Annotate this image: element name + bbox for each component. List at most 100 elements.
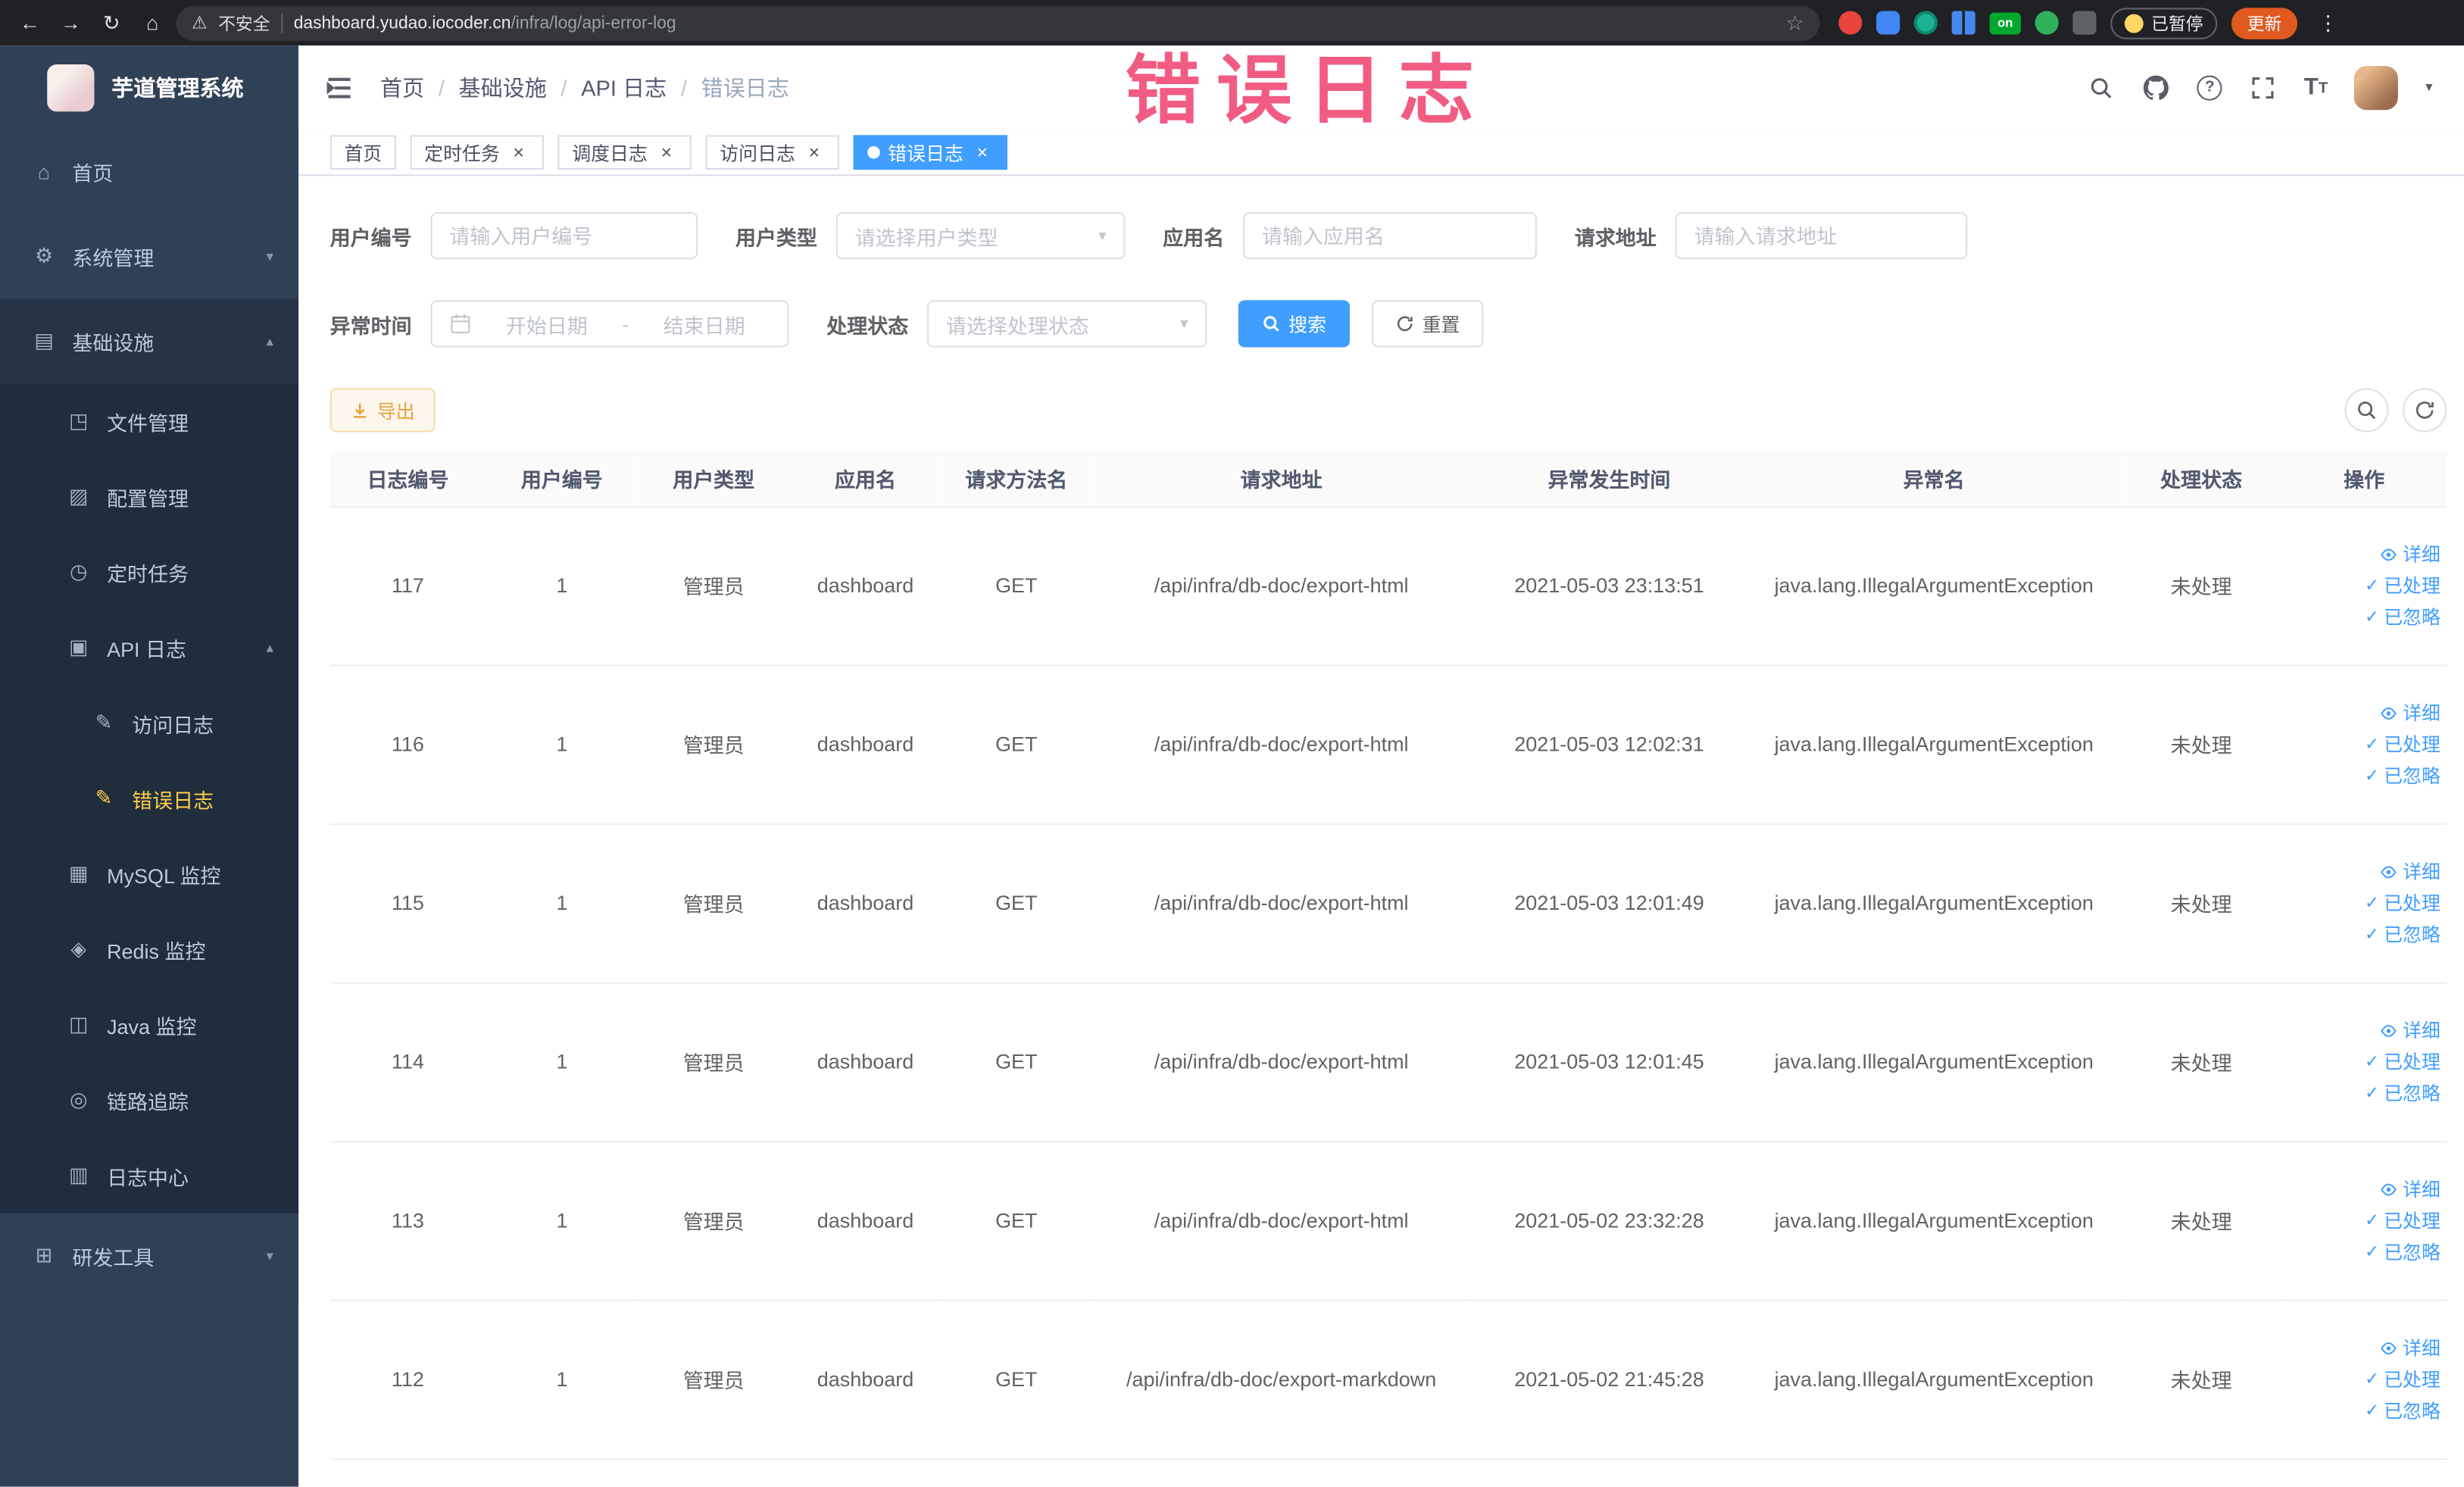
cell-user-type: 管理员 <box>638 664 789 825</box>
home-icon[interactable]: ⌂ <box>135 5 170 40</box>
reset-button[interactable]: 重置 <box>1372 300 1484 348</box>
tab-close-icon[interactable]: × <box>803 142 825 164</box>
cell-time: 2021-05-03 12:01:49 <box>1471 823 1747 983</box>
help-icon[interactable]: ? <box>2197 74 2222 100</box>
detail-link[interactable]: 详细 <box>2379 541 2441 567</box>
browser-menu-icon[interactable]: ⋮ <box>2312 10 2345 35</box>
hamburger-icon[interactable] <box>323 71 354 102</box>
app-name-field[interactable] <box>1243 212 1538 260</box>
detail-link[interactable]: 详细 <box>2379 1334 2441 1360</box>
tab[interactable]: 定时任务 × <box>410 135 544 170</box>
extension-teal-icon[interactable] <box>1913 11 1938 35</box>
search-icon[interactable] <box>2087 73 2115 101</box>
search-button[interactable]: 搜索 <box>1238 300 1351 348</box>
detail-link[interactable]: 详细 <box>2379 699 2441 726</box>
breadcrumb-item[interactable]: API 日志 <box>581 71 667 102</box>
app-name-input[interactable] <box>1262 223 1519 248</box>
detail-link[interactable]: 详细 <box>2379 858 2441 885</box>
tab-close-icon[interactable]: × <box>655 142 677 164</box>
ignore-link[interactable]: ✓ 已忽略 <box>2365 1239 2441 1265</box>
check-icon: ✓ <box>2364 925 2379 945</box>
cell-user-type: 管理员 <box>638 982 789 1142</box>
extension-blue-icon[interactable] <box>1876 11 1900 35</box>
check-icon: ✓ <box>2364 894 2379 914</box>
tab[interactable]: 错误日志 × <box>853 135 1007 170</box>
tab[interactable]: 首页 × <box>329 135 396 170</box>
sidebar-item[interactable]: ⌂ 首页 <box>0 129 299 214</box>
font-size-icon[interactable]: TT <box>2304 76 2328 99</box>
user-id-field[interactable] <box>430 212 698 260</box>
column-header: 请求地址 <box>1091 451 1472 508</box>
ignore-link[interactable]: ✓ 已忽略 <box>2365 1079 2441 1106</box>
export-button[interactable]: 导出 <box>329 388 436 433</box>
update-button[interactable]: 更新 <box>2231 7 2298 39</box>
detail-link[interactable]: 详细 <box>2379 1176 2441 1202</box>
process-link[interactable]: ✓ 已处理 <box>2365 889 2441 916</box>
ignore-link[interactable]: ✓ 已忽略 <box>2365 921 2441 948</box>
logo-title: 芋道管理系统 <box>111 74 244 100</box>
user-avatar[interactable] <box>2354 65 2399 110</box>
user-id-input[interactable] <box>449 223 679 248</box>
extension-grid-icon[interactable] <box>1951 11 1975 35</box>
ignore-link[interactable]: ✓ 已忽略 <box>2365 762 2441 789</box>
sidebar-item[interactable]: ✎ 访问日志 <box>0 685 299 761</box>
sidebar-item[interactable]: ▦ MySQL 监控 <box>0 836 299 912</box>
sidebar-logo[interactable]: 芋道管理系统 <box>0 45 298 129</box>
process-link[interactable]: ✓ 已处理 <box>2365 572 2441 598</box>
user-type-select[interactable]: 请选择用户类型 ▾ <box>835 212 1126 260</box>
extension-green-icon[interactable] <box>2035 11 2059 35</box>
sidebar-item[interactable]: ◈ Redis 监控 <box>0 911 299 987</box>
breadcrumb-item[interactable]: 首页 <box>380 71 424 102</box>
tab[interactable]: 访问日志 × <box>705 135 839 170</box>
sidebar-item[interactable]: ⊞ 研发工具 ▾ <box>0 1213 299 1298</box>
request-url-input[interactable] <box>1694 223 1949 248</box>
request-url-field[interactable] <box>1675 212 1968 260</box>
sidebar: 芋道管理系统 ⌂ 首页 ⚙ 系统管理 ▾ ▤ 基础设施 ▴ ◳ 文件管理 ▨ 配… <box>0 45 299 1487</box>
extension-red-icon[interactable] <box>1838 11 1863 35</box>
toggle-search-button[interactable] <box>2344 388 2389 433</box>
reload-icon[interactable]: ↻ <box>94 5 129 40</box>
process-link[interactable]: ✓ 已处理 <box>2365 731 2441 758</box>
process-status-select[interactable]: 请选择处理状态 ▾ <box>927 300 1207 348</box>
cell-app-name: dashboard <box>789 506 942 666</box>
column-header: 异常名 <box>1747 451 2122 508</box>
date-range-picker[interactable]: 开始日期 - 结束日期 <box>430 300 789 348</box>
extension-pin-icon[interactable] <box>2072 11 2097 35</box>
sidebar-item[interactable]: ✎ 错误日志 <box>0 761 299 836</box>
address-bar[interactable]: ⚠ 不安全 dashboard.yudao.iocoder.cn/infra/l… <box>176 5 1820 40</box>
fullscreen-icon[interactable] <box>2249 73 2277 101</box>
eye-icon <box>2381 1341 2397 1354</box>
calendar-icon <box>449 313 471 335</box>
paused-chip[interactable]: 已暂停 <box>2110 7 2218 39</box>
forward-icon[interactable]: → <box>54 5 89 40</box>
tab-close-icon[interactable]: × <box>971 142 993 164</box>
bookmark-star-icon[interactable]: ☆ <box>1785 10 1803 35</box>
breadcrumb-separator: / <box>680 74 687 100</box>
sidebar-item[interactable]: ◎ 链路追踪 <box>0 1062 299 1139</box>
tab-close-icon[interactable]: × <box>507 142 529 164</box>
sidebar-item[interactable]: ⚙ 系统管理 ▾ <box>0 214 299 299</box>
detail-link[interactable]: 详细 <box>2379 1017 2441 1043</box>
sidebar-item[interactable]: ▨ 配置管理 <box>0 458 299 535</box>
sidebar-item[interactable]: ◳ 文件管理 <box>0 383 299 459</box>
tab[interactable]: 调度日志 × <box>557 135 692 170</box>
check-icon: ✓ <box>2364 1084 2379 1104</box>
api-log-icon: ▣ <box>68 635 89 659</box>
ignore-link[interactable]: ✓ 已忽略 <box>2365 604 2441 630</box>
avatar-caret-icon[interactable]: ▾ <box>2425 79 2432 96</box>
sidebar-item[interactable]: ◫ Java 监控 <box>0 986 299 1063</box>
process-link[interactable]: ✓ 已处理 <box>2365 1048 2441 1075</box>
process-link[interactable]: ✓ 已处理 <box>2365 1366 2441 1392</box>
sidebar-item[interactable]: ▥ 日志中心 <box>0 1138 299 1214</box>
ignore-link[interactable]: ✓ 已忽略 <box>2365 1397 2441 1423</box>
github-icon[interactable] <box>2142 73 2170 101</box>
extension-on-icon[interactable]: on <box>1989 11 2021 34</box>
sidebar-item[interactable]: ◷ 定时任务 <box>0 534 299 610</box>
back-icon[interactable]: ← <box>13 5 48 40</box>
sidebar-item[interactable]: ▤ 基础设施 ▴ <box>0 298 299 384</box>
sidebar-item[interactable]: ▣ API 日志 ▴ <box>0 609 299 686</box>
process-link[interactable]: ✓ 已处理 <box>2365 1207 2441 1233</box>
user-id-label: 用户编号 <box>329 225 412 249</box>
refresh-button[interactable] <box>2403 388 2447 433</box>
breadcrumb-item[interactable]: 基础设施 <box>459 71 547 102</box>
